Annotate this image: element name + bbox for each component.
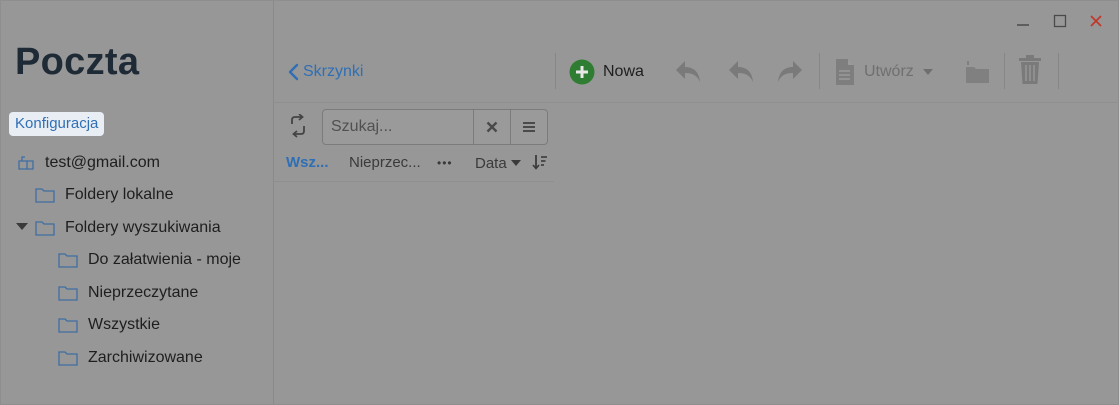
forward-icon: [778, 61, 802, 82]
forward-button[interactable]: [775, 57, 807, 85]
folder-local[interactable]: Foldery lokalne: [35, 183, 174, 207]
search-folder-archived[interactable]: Zarchiwizowane: [58, 346, 203, 370]
move-to-folder-button[interactable]: [964, 59, 992, 85]
folder-icon: [58, 286, 78, 301]
app-window: Poczta Konfiguracja test@gmail.com Folde…: [0, 0, 1119, 405]
message-list-divider: [274, 181, 554, 182]
create-label: Utwórz: [864, 63, 914, 80]
new-label: Nowa: [603, 63, 644, 80]
chevron-left-icon: [288, 63, 299, 81]
sync-icon: [291, 114, 305, 138]
maximize-button[interactable]: [1049, 11, 1071, 31]
toolbar-bottom-divider: [274, 102, 1119, 103]
filter-tab-all[interactable]: Wsz...: [286, 153, 329, 173]
menu-icon: [523, 122, 535, 132]
folder-icon: [58, 351, 78, 366]
minimize-icon: [1017, 24, 1029, 26]
folder-search[interactable]: Foldery wyszukiwania: [35, 216, 221, 240]
search-folder-all[interactable]: Wszystkie: [58, 313, 160, 337]
more-filters-button[interactable]: •••: [437, 153, 453, 173]
toolbar-divider: [1058, 53, 1059, 89]
close-icon: [1090, 15, 1102, 27]
toolbar-divider: [819, 53, 820, 89]
folder-label: Nieprzeczytane: [88, 284, 199, 301]
sort-dropdown[interactable]: Data: [475, 153, 521, 173]
account-label: test@gmail.com: [45, 154, 160, 171]
close-icon: [486, 121, 498, 133]
collapse-triangle-icon[interactable]: [16, 223, 28, 230]
toolbar-divider: [555, 53, 556, 89]
folder-label: Wszystkie: [88, 316, 160, 333]
sort-label: Data: [475, 154, 507, 172]
sidebar: Poczta Konfiguracja test@gmail.com Folde…: [1, 1, 274, 404]
account-item[interactable]: test@gmail.com: [17, 151, 160, 175]
folder-icon: [58, 253, 78, 268]
toolbar-divider: [1004, 53, 1005, 89]
caret-down-icon: [510, 160, 521, 166]
reply-all-icon: [729, 61, 753, 82]
reply-icon: [676, 61, 700, 82]
clear-search-button[interactable]: [474, 110, 510, 144]
delete-button[interactable]: [1017, 55, 1043, 85]
back-to-mailboxes-link[interactable]: Skrzynki: [287, 61, 363, 83]
refresh-button[interactable]: [287, 114, 309, 138]
back-label: Skrzynki: [303, 63, 364, 80]
close-button[interactable]: [1085, 11, 1107, 31]
folder-icon: [35, 188, 55, 203]
document-icon: [836, 59, 854, 85]
configuration-button[interactable]: Konfiguracja: [9, 112, 105, 136]
folder-move-icon: [966, 61, 989, 83]
search-folder-todo[interactable]: Do załatwienia - moje: [58, 248, 241, 272]
mailbox-icon: [18, 156, 34, 170]
minimize-button[interactable]: [1012, 11, 1034, 31]
folder-icon: [35, 221, 55, 236]
app-title: Poczta: [15, 41, 140, 83]
filter-tab-unread[interactable]: Nieprzec...: [349, 153, 421, 173]
reply-all-button[interactable]: [724, 57, 756, 85]
search-input[interactable]: [323, 110, 473, 144]
create-dropdown-button[interactable]: Utwórz: [834, 57, 934, 87]
folder-icon: [58, 318, 78, 333]
sort-descending-icon: [532, 155, 547, 170]
reply-button[interactable]: [673, 57, 703, 85]
folder-label: Zarchiwizowane: [88, 349, 203, 366]
new-message-button[interactable]: Nowa: [569, 58, 644, 86]
search-folder-unread[interactable]: Nieprzeczytane: [58, 281, 198, 305]
plus-circle-icon: [569, 59, 595, 85]
folder-label: Do załatwienia - moje: [88, 251, 241, 268]
trash-icon: [1019, 55, 1041, 84]
folder-label: Foldery lokalne: [65, 186, 174, 203]
folder-label: Foldery wyszukiwania: [65, 219, 221, 236]
search-options-button[interactable]: [511, 110, 547, 144]
sort-direction-button[interactable]: [532, 154, 548, 170]
search-box: [322, 109, 548, 145]
caret-down-icon: [922, 69, 933, 75]
maximize-icon: [1053, 14, 1067, 28]
